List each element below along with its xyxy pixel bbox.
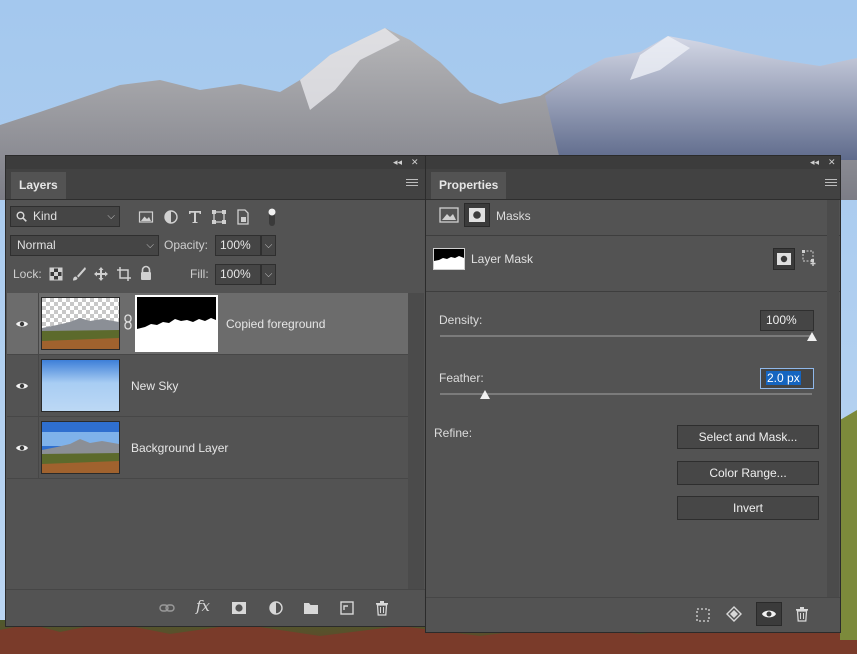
layer-style-fx-icon[interactable]: fx <box>196 597 218 615</box>
pixel-mask-icon <box>777 253 791 265</box>
type-layer-filter-icon[interactable] <box>187 209 203 225</box>
link-layers-icon[interactable] <box>159 600 175 616</box>
pixel-mask-button[interactable] <box>773 248 795 270</box>
apply-mask-icon[interactable] <box>726 606 742 622</box>
mask-properties-button[interactable] <box>464 203 490 227</box>
visibility-eye-icon[interactable] <box>15 317 29 331</box>
properties-bottom-toolbar <box>426 597 840 632</box>
properties-panel: ◂◂ ✕ Properties Masks Layer Mask Density… <box>425 155 841 633</box>
feather-slider-thumb[interactable] <box>479 390 490 399</box>
feather-value: 2.0 px <box>766 371 801 385</box>
vector-mask-add-icon[interactable] <box>802 250 818 267</box>
opacity-chevron-icon[interactable]: ⌵ <box>261 235 276 256</box>
layers-bottom-toolbar: fx <box>6 589 425 626</box>
blend-mode-dropdown[interactable]: Normal ⌵ <box>10 235 159 256</box>
lock-artboard-icon[interactable] <box>116 266 132 282</box>
blend-mode-value: Normal <box>17 238 56 252</box>
tab-strip: Layers <box>6 169 425 200</box>
blend-mode-row: Normal ⌵ Opacity: 100% ⌵ <box>6 233 425 263</box>
adjustment-layer-filter-icon[interactable] <box>163 209 179 225</box>
panel-title-bar: ◂◂ ✕ <box>426 156 840 169</box>
select-and-mask-button[interactable]: Select and Mask... <box>677 425 819 449</box>
lock-image-pixels-brush-icon[interactable] <box>71 266 87 282</box>
filter-kind-value: Kind <box>33 209 58 223</box>
fill-label: Fill: <box>190 267 209 281</box>
layers-scrollbar[interactable] <box>408 293 424 589</box>
density-input[interactable]: 100% <box>760 310 814 331</box>
layer-name: New Sky <box>131 379 179 393</box>
close-panel-icon[interactable]: ✕ <box>411 157 419 168</box>
panel-menu-icon[interactable] <box>406 177 418 189</box>
refine-label: Refine: <box>434 426 473 440</box>
layer-row-new-sky[interactable]: New Sky <box>7 355 408 417</box>
density-slider-track[interactable] <box>440 335 812 337</box>
column-divider <box>38 293 39 354</box>
properties-scrollbar[interactable] <box>827 200 839 600</box>
density-label: Density: <box>439 313 483 327</box>
color-range-button[interactable]: Color Range... <box>677 461 819 485</box>
fill-chevron-icon[interactable]: ⌵ <box>261 264 276 285</box>
layer-row-background[interactable]: Background Layer <box>7 417 408 479</box>
new-group-folder-icon[interactable] <box>303 600 319 616</box>
shape-layer-filter-icon[interactable] <box>211 209 227 225</box>
mask-icon <box>469 208 485 222</box>
tab-strip: Properties <box>426 169 840 200</box>
eye-icon <box>762 610 776 618</box>
visibility-eye-icon[interactable] <box>15 379 29 393</box>
layer-mask-label: Layer Mask <box>471 252 534 266</box>
panel-menu-icon[interactable] <box>825 177 837 189</box>
lock-position-move-icon[interactable] <box>93 266 109 282</box>
pixel-layer-filter-icon[interactable] <box>138 209 154 225</box>
opacity-label: Opacity: <box>164 238 209 252</box>
search-icon <box>16 211 27 222</box>
masks-title: Masks <box>496 209 531 223</box>
divider <box>426 235 840 236</box>
layer-thumbnail <box>41 421 120 474</box>
layer-row-copied-foreground[interactable]: Copied foreground <box>7 293 408 355</box>
layer-mask-thumbnail <box>433 248 465 270</box>
layer-name: Copied foreground <box>226 317 326 331</box>
feather-slider-track[interactable] <box>440 393 812 395</box>
layer-name: Background Layer <box>131 441 229 455</box>
lock-all-icon[interactable] <box>138 265 154 281</box>
layer-thumbnail <box>41 297 120 350</box>
feather-input[interactable]: 2.0 px <box>760 368 814 389</box>
tab-layers[interactable]: Layers <box>11 172 66 199</box>
chevron-down-icon: ⌵ <box>146 240 154 251</box>
filter-kind-dropdown[interactable]: Kind ⌵ <box>10 206 120 227</box>
panel-title-bar: ◂◂ ✕ <box>6 156 425 169</box>
close-panel-icon[interactable]: ✕ <box>828 157 836 168</box>
add-layer-mask-icon[interactable] <box>231 600 247 616</box>
disable-mask-button[interactable] <box>756 602 782 626</box>
delete-layer-trash-icon[interactable] <box>374 600 390 616</box>
divider <box>426 291 840 292</box>
invert-button[interactable]: Invert <box>677 496 819 520</box>
smart-object-filter-icon[interactable] <box>235 209 251 225</box>
layer-mask-thumbnail[interactable] <box>135 295 218 352</box>
new-adjustment-layer-icon[interactable] <box>268 600 284 616</box>
new-layer-icon[interactable] <box>339 600 355 616</box>
feather-label: Feather: <box>439 371 484 385</box>
lock-label: Lock: <box>13 267 42 281</box>
mask-link-chain-icon[interactable] <box>123 314 133 330</box>
fill-input[interactable]: 100% <box>215 264 261 285</box>
layer-thumbnail <box>41 359 120 412</box>
lock-row: Lock: Fill: 100% ⌵ <box>6 262 425 292</box>
pixel-properties-icon[interactable] <box>439 206 459 224</box>
lock-transparent-pixels-icon[interactable] <box>49 267 63 281</box>
filter-toggle-switch-icon[interactable] <box>266 206 278 228</box>
column-divider <box>38 355 39 416</box>
chevron-down-icon: ⌵ <box>107 211 115 222</box>
column-divider <box>38 417 39 478</box>
delete-mask-trash-icon[interactable] <box>794 606 810 622</box>
load-selection-from-mask-icon[interactable] <box>695 607 711 623</box>
visibility-eye-icon[interactable] <box>15 441 29 455</box>
filter-row: Kind ⌵ <box>6 204 425 234</box>
tab-properties[interactable]: Properties <box>431 172 507 199</box>
opacity-input[interactable]: 100% <box>215 235 261 256</box>
layers-panel: ◂◂ ✕ Layers Kind ⌵ Normal ⌵ Opacity: 100… <box>5 155 426 627</box>
collapse-panel-icon[interactable]: ◂◂ <box>393 157 402 168</box>
collapse-panel-icon[interactable]: ◂◂ <box>810 157 819 168</box>
density-slider-thumb[interactable] <box>807 332 817 341</box>
